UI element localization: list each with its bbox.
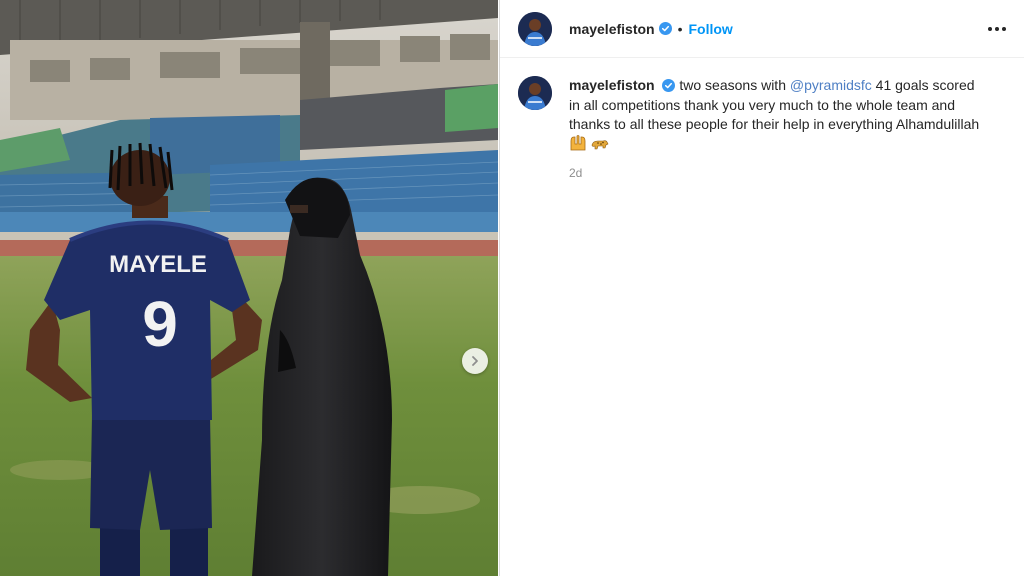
jersey-number: 9 <box>142 288 178 360</box>
caption-text: two seasons with <box>679 77 786 93</box>
post-photo[interactable]: MAYELE 9 <box>0 0 498 576</box>
next-photo-button[interactable] <box>462 348 488 374</box>
caption-body: mayelefiston two seasons with @pyramidsf… <box>569 76 989 184</box>
avatar-image <box>518 76 552 110</box>
follow-button[interactable]: Follow <box>689 21 733 37</box>
post-caption: mayelefiston two seasons with @pyramidsf… <box>500 58 1024 184</box>
verified-badge-icon <box>658 22 672 35</box>
verified-badge-icon <box>662 79 676 92</box>
post-header: mayelefiston • Follow <box>500 0 1024 58</box>
mention-link[interactable]: @pyramidsfc <box>790 77 872 93</box>
leopard-emoji-icon <box>591 139 609 149</box>
more-dot-icon <box>1002 26 1006 31</box>
separator-dot: • <box>677 20 683 37</box>
hugging-hands-emoji-icon <box>570 134 586 150</box>
more-options-button[interactable] <box>988 21 1006 37</box>
avatar[interactable] <box>518 11 552 46</box>
more-dot-icon <box>988 26 992 31</box>
stadium-scene: MAYELE 9 <box>0 0 498 576</box>
caption-text-block: mayelefiston two seasons with @pyramidsf… <box>569 76 989 154</box>
username-link[interactable]: mayelefiston <box>569 21 655 37</box>
avatar-image <box>518 11 552 46</box>
more-dot-icon <box>995 26 999 31</box>
jersey-name: MAYELE <box>109 251 207 278</box>
caption-username[interactable]: mayelefiston <box>569 77 655 93</box>
post-sidebar: mayelefiston • Follow mayelefiston two s… <box>499 0 1024 576</box>
post-timestamp[interactable]: 2d <box>569 164 989 184</box>
chevron-right-icon <box>472 356 478 366</box>
caption-avatar[interactable] <box>518 76 552 110</box>
